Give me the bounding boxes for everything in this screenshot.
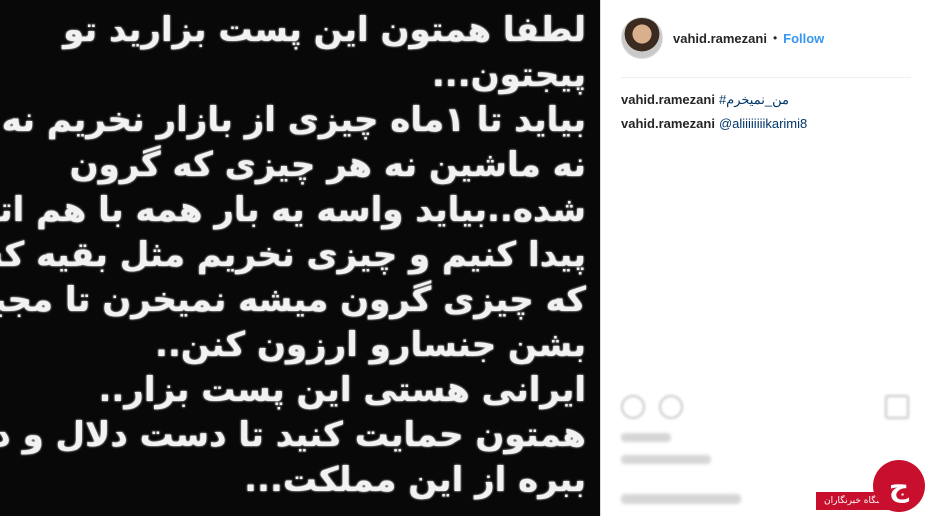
- post-line: که چیزی گرون میشه نمیخرن تا مجبور: [0, 280, 586, 320]
- comment-item: vahid.ramezani @aliiiiiiiikarimi8: [621, 116, 911, 131]
- action-bar: [621, 395, 911, 425]
- watermark-logo: باشگاه خبرنگاران ج: [791, 446, 931, 516]
- comment-mention[interactable]: @aliiiiiiiikarimi8: [719, 116, 807, 131]
- post-image[interactable]: لطفا همتون این پست بزارید تو پیجتون... ب…: [0, 0, 600, 516]
- comment-hashtag[interactable]: #من_نمیخرم: [719, 92, 789, 107]
- comment-username[interactable]: vahid.ramezani: [621, 92, 715, 107]
- post-line: همتون حمایت کنید تا دست دلال و دزدا: [0, 415, 586, 455]
- comment-icon[interactable]: [659, 395, 683, 419]
- username-link[interactable]: vahid.ramezani: [673, 31, 767, 46]
- timestamp-blurred: [621, 455, 711, 464]
- comment-item: vahid.ramezani #من_نمیخرم: [621, 92, 911, 108]
- post-line: پیدا کنیم و چیزی نخریم مثل بقیه کشورا: [0, 235, 586, 275]
- post-line: لطفا همتون این پست بزارید تو: [63, 10, 586, 50]
- post-text: لطفا همتون این پست بزارید تو پیجتون... ب…: [0, 8, 586, 503]
- post-line: پیجتون...: [431, 55, 586, 95]
- bookmark-icon[interactable]: [885, 395, 909, 419]
- watermark-emblem: ج: [873, 460, 925, 512]
- post-line: نه ماشین نه هر چیزی که گرون: [69, 145, 586, 185]
- post-line: شده..بیاید واسه یه بار همه با هم اتحاد: [0, 190, 586, 230]
- post-line: بشن جنسارو ارزون کنن..: [155, 325, 586, 365]
- heart-icon[interactable]: [621, 395, 645, 419]
- post-sidebar: vahid.ramezani • Follow vahid.ramezani #م…: [601, 0, 931, 516]
- likes-count-blurred: [621, 433, 671, 442]
- post-header: vahid.ramezani • Follow: [621, 17, 911, 59]
- comment-username[interactable]: vahid.ramezani: [621, 116, 715, 131]
- separator-dot: •: [772, 31, 778, 45]
- post-line: ببره از این مملکت...: [244, 460, 586, 500]
- follow-button[interactable]: Follow: [783, 31, 824, 46]
- add-comment-input[interactable]: [621, 494, 741, 504]
- avatar[interactable]: [621, 17, 663, 59]
- header-divider: [621, 77, 911, 78]
- post-line: ایرانی هستی این پست بزار..: [98, 370, 586, 410]
- comments-list: vahid.ramezani #من_نمیخرم vahid.ramezani @…: [621, 92, 911, 139]
- post-line: بیاید تا ۱ماه چیزی از بازار نخریم نه طلا: [0, 100, 586, 140]
